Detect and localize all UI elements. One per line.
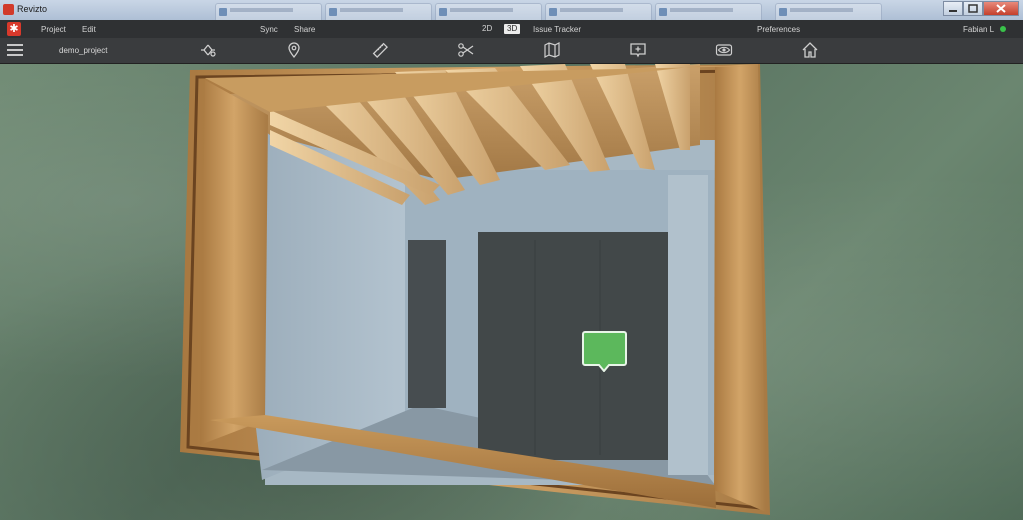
connection-status-indicator bbox=[1000, 26, 1006, 32]
add-issue-icon[interactable] bbox=[629, 41, 647, 59]
menu-share[interactable]: Share bbox=[294, 25, 315, 34]
mode-3d-button[interactable]: 3D bbox=[504, 24, 521, 34]
background-browser-tab[interactable] bbox=[215, 3, 322, 20]
3d-viewport[interactable] bbox=[0, 64, 1023, 520]
minimize-icon bbox=[949, 10, 957, 12]
menu-issue-tracker[interactable]: Issue Tracker bbox=[533, 25, 581, 34]
mode-2d-button[interactable]: 2D bbox=[479, 24, 495, 34]
window-title-bar: Revizto bbox=[0, 0, 1023, 21]
project-name: demo_project bbox=[59, 46, 108, 55]
home-icon[interactable] bbox=[801, 41, 819, 59]
visibility-eye-icon[interactable] bbox=[715, 41, 733, 59]
user-name[interactable]: Fabian L bbox=[963, 25, 994, 34]
background-browser-tab[interactable] bbox=[775, 3, 882, 20]
menu-preferences[interactable]: Preferences bbox=[757, 25, 800, 34]
revizto-logo[interactable]: ✱ bbox=[7, 22, 21, 36]
maximize-icon bbox=[968, 4, 978, 13]
menu-sync[interactable]: Sync bbox=[260, 25, 278, 34]
menu-bar: ✱ Project Edit Sync Share 2D 3D Issue Tr… bbox=[0, 20, 1023, 38]
navigation-mode-icon[interactable] bbox=[199, 41, 217, 59]
background-browser-tab[interactable] bbox=[655, 3, 762, 20]
background-browser-tab[interactable] bbox=[435, 3, 542, 20]
background-browser-tab[interactable] bbox=[325, 3, 432, 20]
close-icon bbox=[996, 4, 1006, 13]
issue-marker[interactable] bbox=[582, 330, 628, 372]
maximize-button[interactable] bbox=[963, 1, 983, 16]
map-icon[interactable] bbox=[543, 41, 561, 59]
menu-project[interactable]: Project bbox=[41, 25, 66, 34]
location-pin-icon[interactable] bbox=[285, 41, 303, 59]
hamburger-menu-icon[interactable] bbox=[7, 42, 23, 58]
measure-ruler-icon[interactable] bbox=[371, 41, 389, 59]
background-browser-tab[interactable] bbox=[545, 3, 652, 20]
menu-edit[interactable]: Edit bbox=[82, 25, 96, 34]
close-button[interactable] bbox=[983, 1, 1019, 16]
toolbar: demo_project bbox=[0, 38, 1023, 64]
issue-marker-icon bbox=[582, 331, 627, 372]
building-model-scene bbox=[180, 64, 770, 515]
app-icon bbox=[3, 4, 14, 15]
minimize-button[interactable] bbox=[943, 1, 963, 16]
window-title: Revizto bbox=[17, 4, 48, 14]
section-cut-icon[interactable] bbox=[457, 41, 475, 59]
